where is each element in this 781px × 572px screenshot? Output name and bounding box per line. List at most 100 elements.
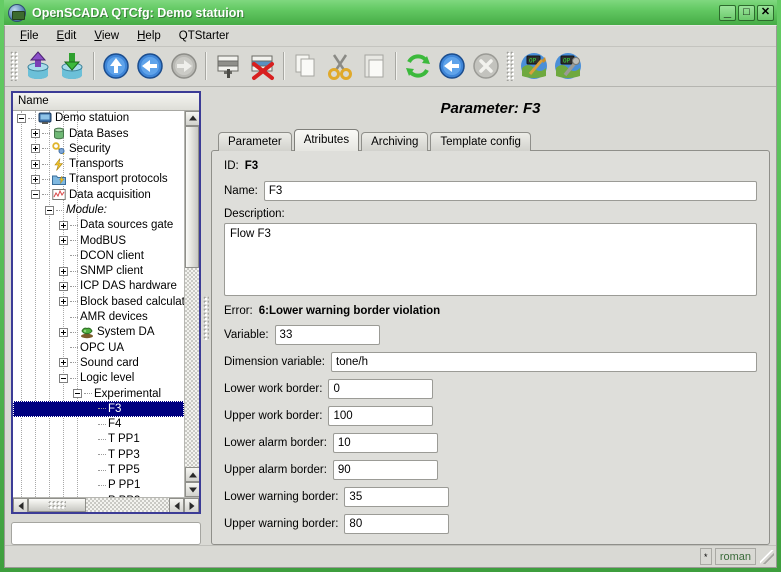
tree-item[interactable]: System DA — [13, 325, 184, 340]
field-input-dimension-variable[interactable]: tone/h — [331, 352, 757, 372]
scroll-thumb[interactable] — [185, 126, 199, 268]
tab-atributes[interactable]: Atributes — [294, 129, 359, 151]
config-editor-icon[interactable]: OP — [518, 50, 550, 82]
minimize-button[interactable]: _ — [719, 5, 736, 21]
tree-item[interactable]: SNMP client — [13, 264, 184, 279]
scroll-track[interactable] — [185, 126, 199, 467]
delete-node-icon[interactable] — [246, 50, 278, 82]
hscroll-thumb[interactable] — [28, 498, 86, 512]
ui-tool-icon[interactable]: OP — [552, 50, 584, 82]
collapse-icon[interactable] — [31, 190, 40, 199]
tree-items-container[interactable]: Demo statuionData BasesSecurityTransport… — [13, 111, 184, 497]
tree-item-selected[interactable]: F3 — [13, 401, 184, 416]
go-next-icon[interactable] — [168, 50, 200, 82]
hscroll-left-button-2[interactable] — [169, 498, 184, 513]
go-previous-icon[interactable] — [134, 50, 166, 82]
add-node-icon[interactable] — [212, 50, 244, 82]
hscroll-left-button[interactable] — [13, 498, 28, 513]
tab-parameter[interactable]: Parameter — [218, 132, 292, 151]
hscroll-right-button[interactable] — [184, 498, 199, 513]
tree-item[interactable]: OPC UA — [13, 340, 184, 355]
tab-archiving[interactable]: Archiving — [361, 132, 428, 151]
expand-icon[interactable] — [59, 236, 68, 245]
field-input-variable[interactable]: 33 — [275, 325, 380, 345]
back-icon[interactable] — [436, 50, 468, 82]
paste-icon[interactable] — [358, 50, 390, 82]
tree-item[interactable]: AMR devices — [13, 309, 184, 324]
resize-grip[interactable] — [760, 550, 774, 564]
tree-item[interactable]: Experimental — [13, 386, 184, 401]
tree-item[interactable]: Module: — [13, 202, 184, 217]
field-input-lower-work-border[interactable]: 0 — [328, 379, 433, 399]
cut-icon[interactable] — [324, 50, 356, 82]
load-from-db-icon[interactable] — [22, 50, 54, 82]
close-button[interactable]: ✕ — [757, 5, 774, 21]
panel-splitter[interactable] — [201, 91, 211, 545]
field-input-upper-warning-border[interactable]: 80 — [344, 514, 449, 534]
tree-item[interactable]: T PP3 — [13, 447, 184, 462]
tree-filter-field[interactable] — [11, 522, 201, 545]
field-input-upper-work-border[interactable]: 100 — [328, 406, 433, 426]
field-input-lower-warning-border[interactable]: 35 — [344, 487, 449, 507]
expand-icon[interactable] — [59, 267, 68, 276]
expand-icon[interactable] — [59, 297, 68, 306]
menu-file[interactable]: File — [11, 28, 48, 44]
tree-filter-input[interactable] — [12, 523, 200, 544]
tree-column-header-name[interactable]: Name — [13, 93, 199, 111]
tree-item[interactable]: DCON client — [13, 248, 184, 263]
expand-icon[interactable] — [31, 129, 40, 138]
menu-help[interactable]: Help — [128, 28, 170, 44]
expand-icon[interactable] — [59, 221, 68, 230]
tree-item[interactable]: F4 — [13, 417, 184, 432]
scroll-up-button[interactable] — [185, 111, 200, 126]
tree-item[interactable]: T PP5 — [13, 462, 184, 477]
expand-icon[interactable] — [31, 160, 40, 169]
toolbar-grip[interactable] — [10, 51, 18, 81]
hscroll-track[interactable] — [86, 498, 169, 512]
collapse-icon[interactable] — [73, 389, 82, 398]
collapse-icon[interactable] — [59, 374, 68, 383]
tree-item[interactable]: ICP DAS hardware — [13, 279, 184, 294]
name-input[interactable]: F3 — [264, 181, 757, 201]
description-textarea[interactable]: Flow F3 — [224, 223, 757, 296]
collapse-icon[interactable] — [45, 206, 54, 215]
tree-item[interactable]: Sound card — [13, 355, 184, 370]
stop-icon[interactable] — [470, 50, 502, 82]
tree-item[interactable]: Logic level — [13, 371, 184, 386]
collapse-icon[interactable] — [17, 114, 26, 123]
go-up-icon[interactable] — [100, 50, 132, 82]
tree-item[interactable]: Data sources gate — [13, 218, 184, 233]
tree-item[interactable]: T PP1 — [13, 432, 184, 447]
tree-item[interactable]: Transport protocols — [13, 172, 184, 187]
tree-item[interactable]: Data Bases — [13, 126, 184, 141]
scroll-down-button[interactable] — [185, 482, 200, 497]
tab-template-config[interactable]: Template config — [430, 132, 531, 151]
navigation-tree[interactable]: Name Demo statuionData BasesSecurityTran… — [11, 91, 201, 514]
refresh-icon[interactable] — [402, 50, 434, 82]
tree-item[interactable]: P PP3 — [13, 493, 184, 497]
tree-vertical-scrollbar[interactable] — [184, 111, 199, 497]
copy-icon[interactable] — [290, 50, 322, 82]
tree-horizontal-scrollbar[interactable] — [13, 497, 199, 512]
tree-item[interactable]: Block based calculat — [13, 294, 184, 309]
field-input-upper-alarm-border[interactable]: 90 — [333, 460, 438, 480]
menu-edit[interactable]: Edit — [48, 28, 86, 44]
expand-icon[interactable] — [31, 144, 40, 153]
toolbar-grip-2[interactable] — [506, 51, 514, 81]
tree-item[interactable]: P PP1 — [13, 478, 184, 493]
expand-icon[interactable] — [59, 282, 68, 291]
menu-view[interactable]: View — [85, 28, 128, 44]
expand-icon[interactable] — [59, 358, 68, 367]
save-to-db-icon[interactable] — [56, 50, 88, 82]
maximize-button[interactable]: □ — [738, 5, 755, 21]
expand-icon[interactable] — [31, 175, 40, 184]
expand-icon[interactable] — [59, 328, 68, 337]
field-input-lower-alarm-border[interactable]: 10 — [333, 433, 438, 453]
tree-item[interactable]: Security — [13, 141, 184, 156]
tree-item[interactable]: Transports — [13, 156, 184, 171]
tree-item[interactable]: ModBUS — [13, 233, 184, 248]
scroll-up-button-2[interactable] — [185, 467, 200, 482]
tree-item[interactable]: Demo statuion — [13, 111, 184, 126]
menu-qtstarter[interactable]: QTStarter — [170, 28, 238, 44]
tree-item[interactable]: Data acquisition — [13, 187, 184, 202]
